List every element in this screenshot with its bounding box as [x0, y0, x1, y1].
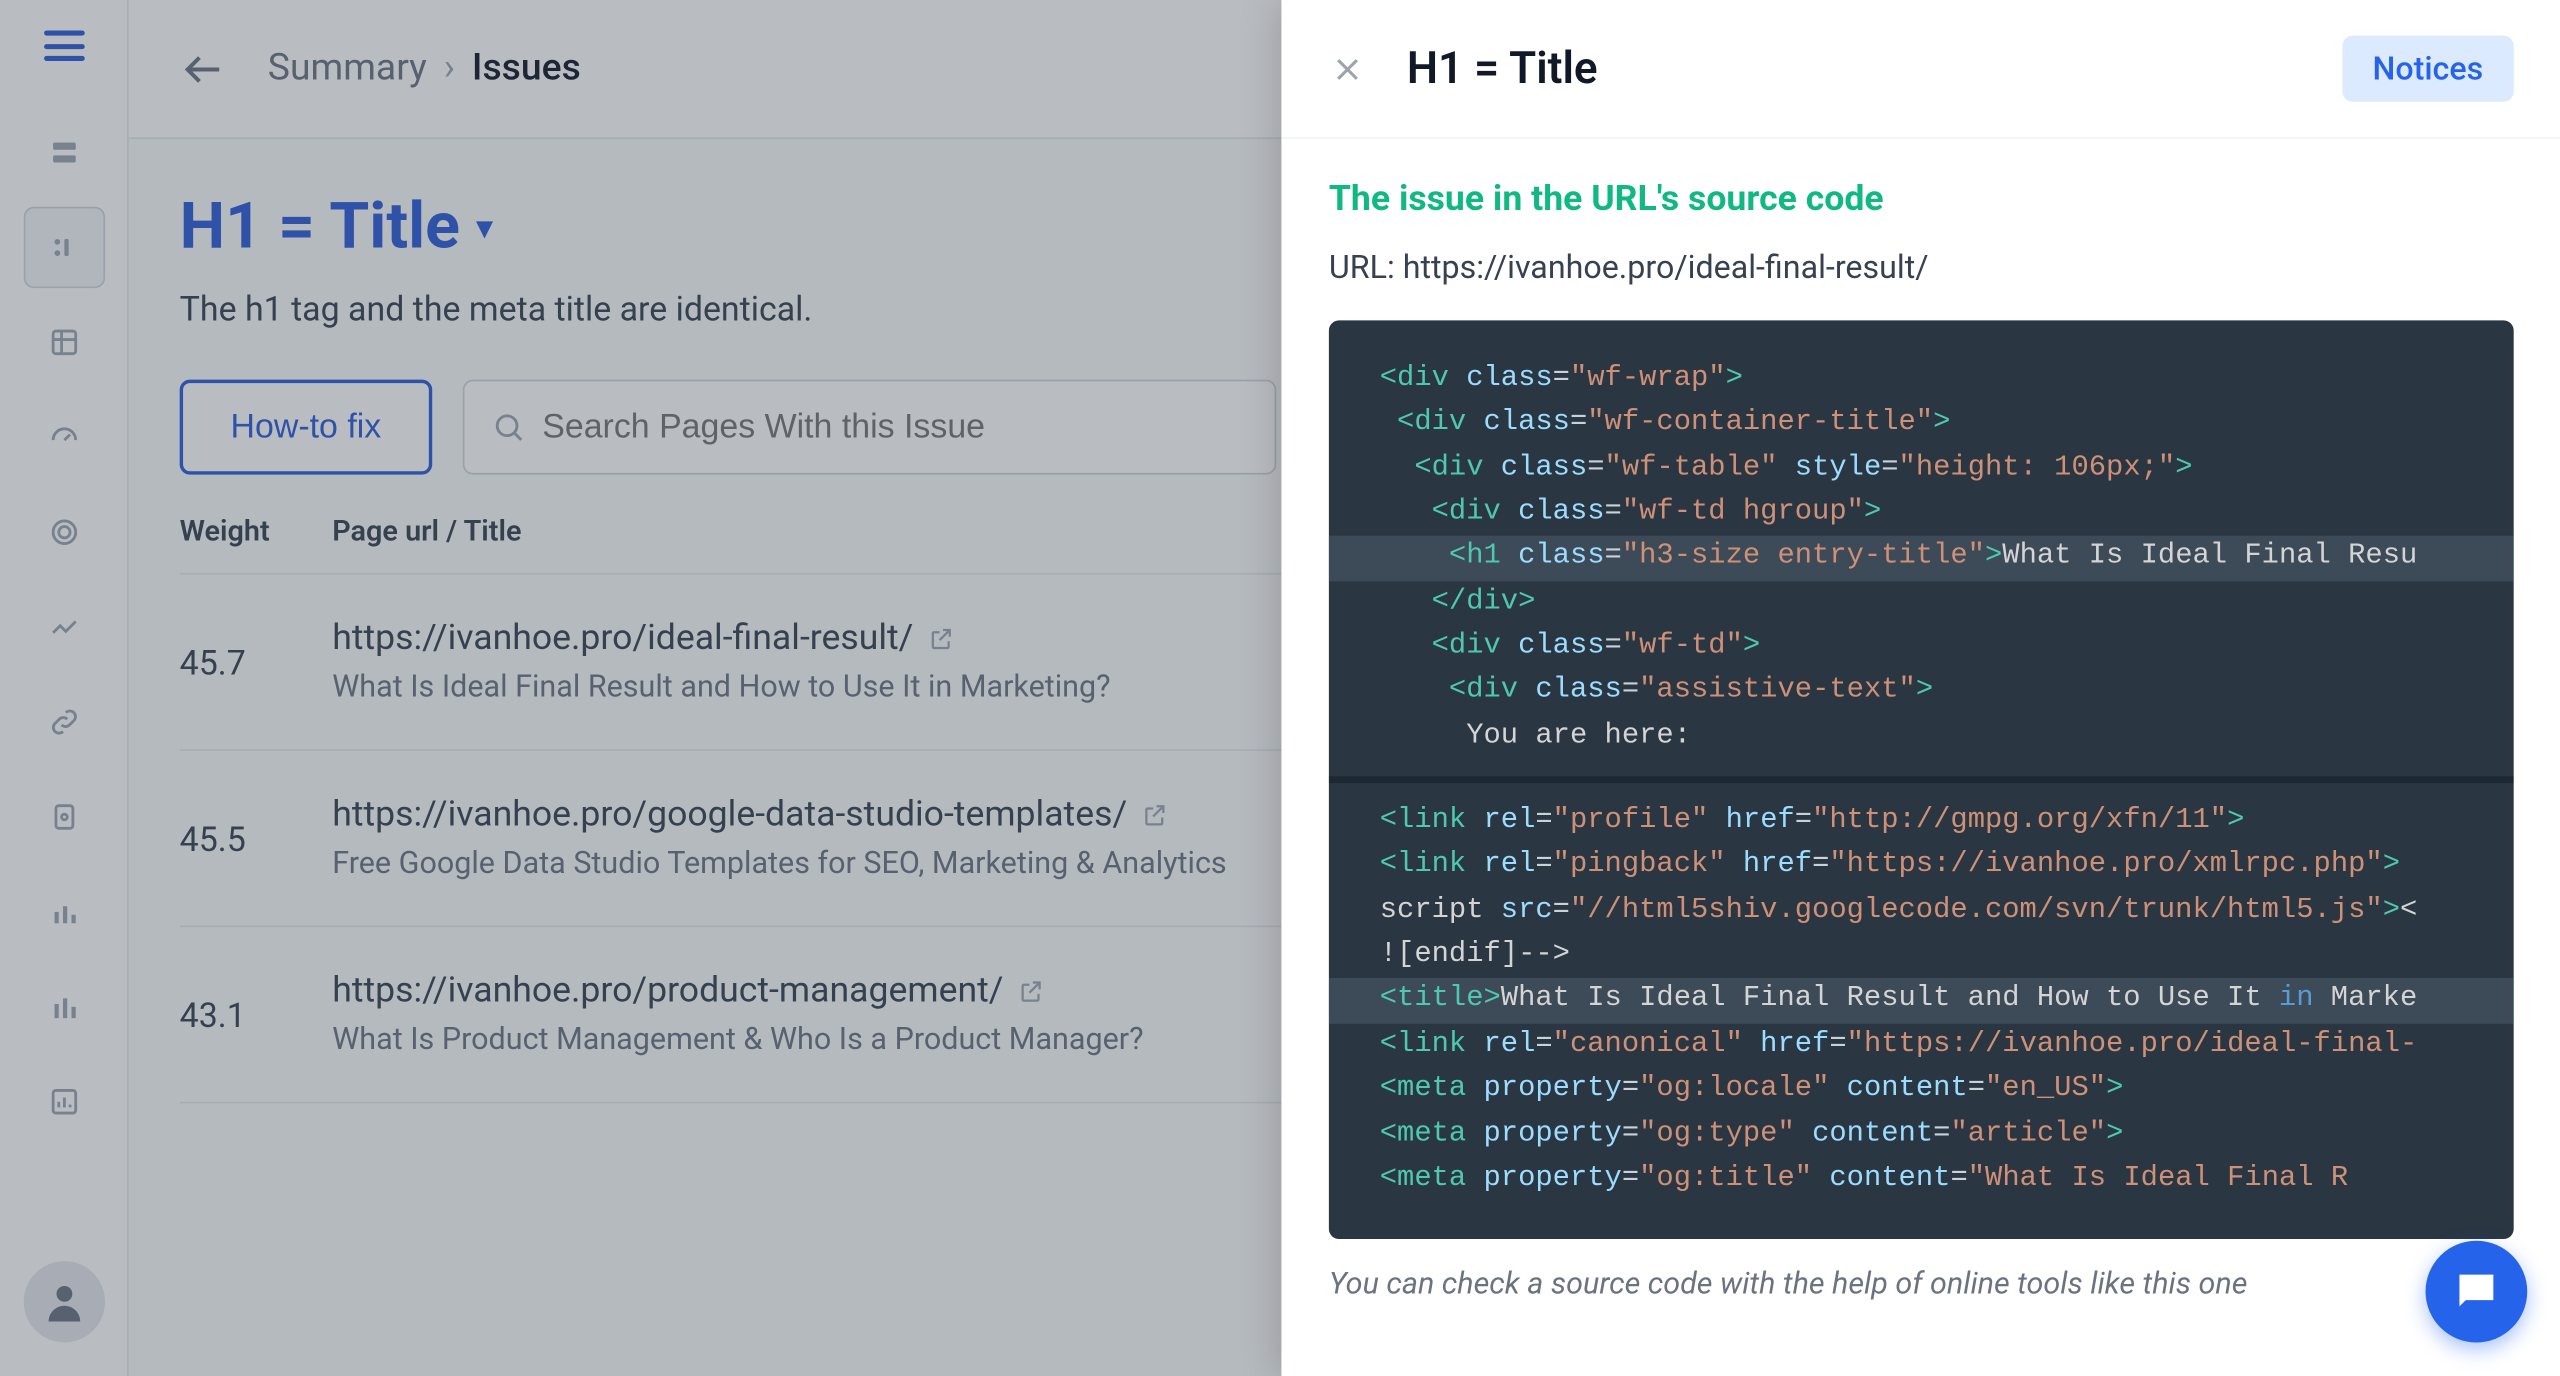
chat-icon	[2451, 1266, 2502, 1317]
panel-footer-note: You can check a source code with the hel…	[1329, 1266, 2514, 1302]
close-icon[interactable]	[1329, 50, 1366, 87]
panel-url: URL: https://ivanhoe.pro/ideal-final-res…	[1329, 247, 2514, 286]
panel-title: H1 = Title	[1407, 43, 2342, 94]
app-root: Summary › Issues H1 = Title ▾ The h1 tag…	[0, 0, 2560, 1376]
source-code-heading: The issue in the URL's source code	[1329, 180, 2514, 221]
chat-launcher[interactable]	[2426, 1241, 2528, 1343]
source-code-block: <div class="wf-wrap"> <div class="wf-con…	[1329, 320, 2514, 1239]
side-panel: H1 = Title Notices The issue in the URL'…	[1281, 0, 2560, 1376]
panel-header: H1 = Title Notices	[1281, 0, 2560, 139]
panel-body: The issue in the URL's source code URL: …	[1281, 139, 2560, 1376]
notices-badge[interactable]: Notices	[2342, 36, 2514, 102]
